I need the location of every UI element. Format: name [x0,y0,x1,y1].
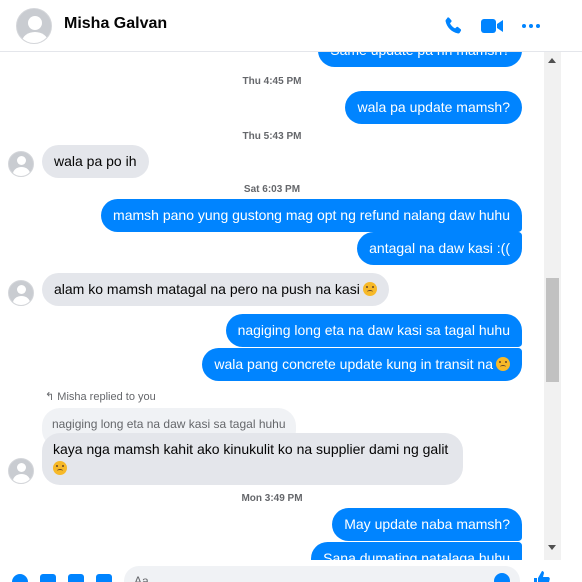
contact-avatar-small[interactable] [8,280,34,306]
timestamp: Thu 5:43 PM [242,131,302,142]
add-icon[interactable] [12,574,28,582]
contact-avatar-small[interactable] [8,458,34,484]
message-text: wala pang concrete update kung in transi… [214,356,493,372]
message-outgoing[interactable]: Sana dumating natalaga huhu [311,542,522,560]
disappointed-emoji-icon [362,282,377,296]
emoji-icon[interactable] [494,573,510,582]
message-outgoing[interactable]: nagiging long eta na daw kasi sa tagal h… [225,314,522,347]
sticker-icon[interactable] [68,574,84,582]
scroll-up-arrow-icon[interactable] [548,58,556,63]
message-text: kaya nga mamsh kahit ako kinukulit ko na… [53,441,449,457]
phone-icon[interactable] [441,14,465,38]
contact-name[interactable]: Misha Galvan [64,15,167,33]
video-camera-icon[interactable] [479,14,505,38]
message-outgoing[interactable]: wala pang concrete update kung in transi… [202,348,522,381]
contact-avatar[interactable] [16,8,52,44]
message-outgoing[interactable]: mamsh pano yung gustong mag opt ng refun… [101,199,522,232]
message-input[interactable]: Aa [124,566,520,582]
image-icon[interactable] [40,574,56,582]
message-outgoing[interactable]: wala pa update mamsh? [345,91,522,124]
message-outgoing[interactable]: May update naba mamsh? [332,508,522,541]
conversation-area[interactable]: Same update pa rin mamsh? Thu 4:45 PM wa… [0,52,544,560]
composer: Aa [0,560,582,582]
scroll-thumb[interactable] [546,278,559,382]
timestamp: Mon 3:49 PM [241,493,303,504]
reply-arrow-icon: ↰ [45,391,58,403]
more-options-icon[interactable] [519,14,543,38]
disappointed-emoji-icon [53,461,67,475]
replied-label: ↰ Misha replied to you [45,390,156,403]
scrollbar[interactable] [544,52,561,560]
crying-emoji-icon [496,357,510,371]
like-icon[interactable] [532,570,550,582]
chat-header: Misha Galvan [0,0,582,52]
message-incoming[interactable]: alam ko mamsh matagal na pero na push na… [42,273,389,306]
message-outgoing[interactable]: Same update pa rin mamsh? [318,52,522,67]
replied-label-text: Misha replied to you [57,391,156,403]
message-incoming[interactable]: kaya nga mamsh kahit ako kinukulit ko na… [42,433,463,485]
message-incoming[interactable]: wala pa po ih [42,145,149,178]
message-outgoing[interactable]: antagal na daw kasi :(( [357,232,522,265]
timestamp: Thu 4:45 PM [242,76,302,87]
gif-icon[interactable] [96,574,112,582]
scroll-down-arrow-icon[interactable] [548,545,556,550]
message-text: alam ko mamsh matagal na pero na push na… [54,281,360,297]
message-input-placeholder: Aa [134,574,149,582]
contact-avatar-small[interactable] [8,151,34,177]
timestamp: Sat 6:03 PM [243,184,301,195]
